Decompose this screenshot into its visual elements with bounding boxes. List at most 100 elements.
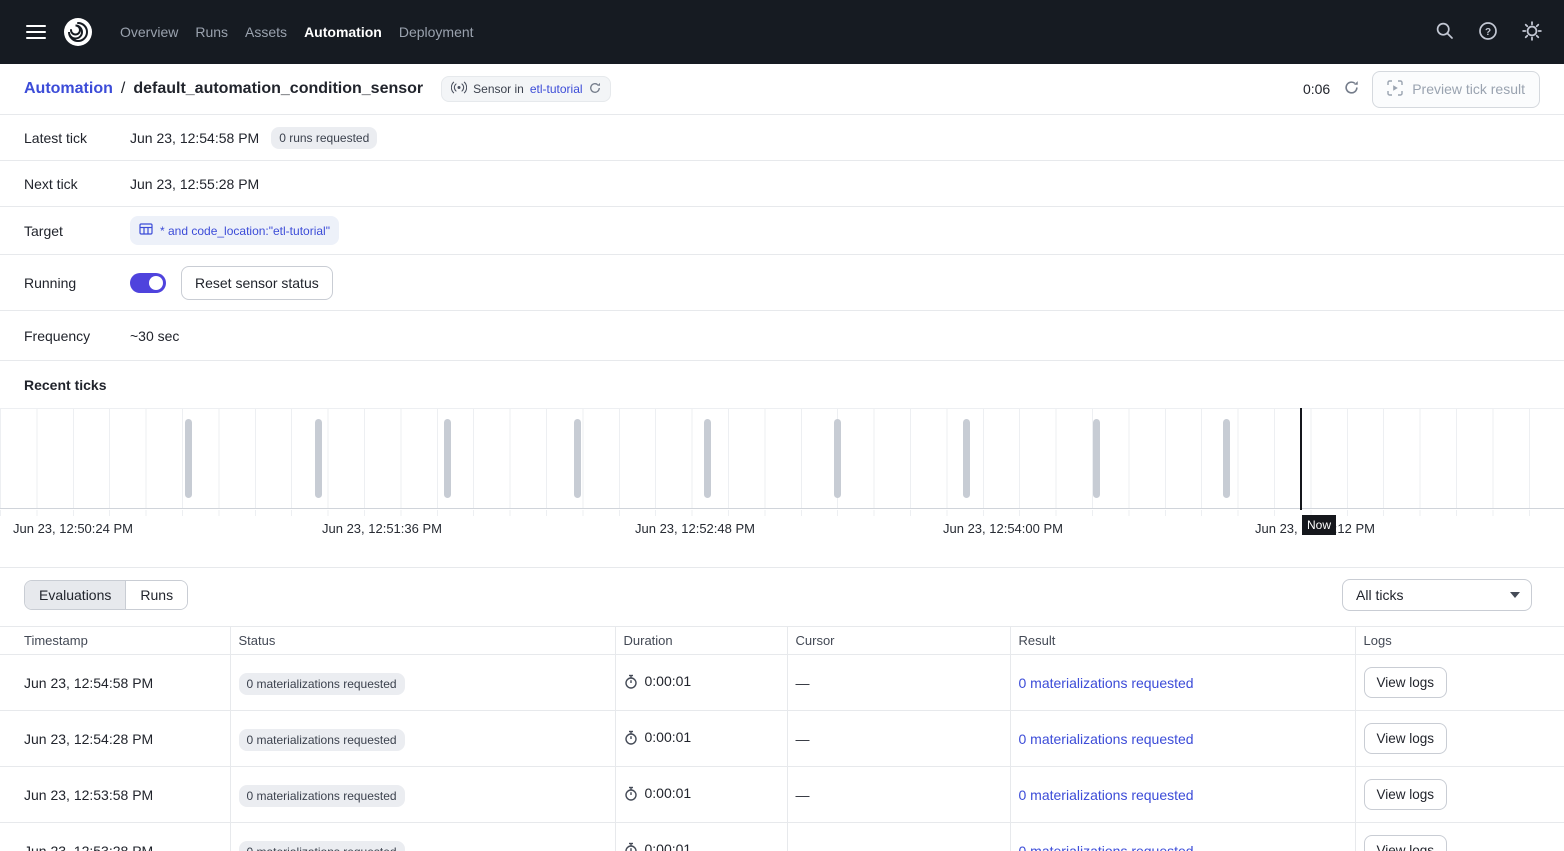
table-icon [139, 222, 153, 239]
help-button[interactable]: ? [1472, 16, 1504, 48]
result-link[interactable]: 0 materializations requested [1019, 675, 1194, 691]
duration-value: 0:00:01 [645, 785, 692, 801]
timeline-axis-label: Jun 23, 12:54:00 PM [943, 520, 1067, 538]
tick-bar[interactable] [574, 419, 581, 498]
ticks-filter-select[interactable]: All ticks [1342, 579, 1532, 611]
svg-text:?: ? [1485, 27, 1491, 38]
tick-bar[interactable] [315, 419, 322, 498]
timeline-axis-label: Jun 23, 12:51:36 PM [322, 520, 446, 538]
stopwatch-icon [624, 842, 638, 851]
duration-value: 0:00:01 [645, 841, 692, 851]
nav-item-deployment[interactable]: Deployment [399, 24, 474, 40]
view-logs-button[interactable]: View logs [1364, 723, 1448, 754]
sensor-context-badge: Sensor in etl-tutorial [441, 76, 610, 102]
next-tick-time: Jun 23, 12:55:28 PM [130, 176, 259, 192]
refresh-button[interactable] [1340, 78, 1362, 100]
section-divider [0, 567, 1564, 568]
running-toggle[interactable] [130, 273, 166, 293]
breadcrumb-separator: / [121, 80, 125, 98]
header-actions: 0:06 Preview tick result [1303, 71, 1540, 108]
result-link[interactable]: 0 materializations requested [1019, 731, 1194, 747]
reset-sensor-status-button[interactable]: Reset sensor status [181, 266, 333, 300]
table-header: TimestampStatusDurationCursorResultLogs [0, 627, 1564, 655]
frequency-label: Frequency [0, 328, 130, 344]
frequency-value: ~30 sec [130, 328, 179, 344]
duration-value: 0:00:01 [645, 729, 692, 745]
cell-logs: View logs [1355, 655, 1564, 711]
dagster-logo[interactable] [62, 16, 94, 48]
evaluations-table: TimestampStatusDurationCursorResultLogs … [0, 626, 1564, 851]
timeline-axis-label: Jun 23, 12:50:24 PM [13, 520, 137, 538]
tab-evaluations[interactable]: Evaluations [25, 581, 125, 609]
recent-ticks-heading: Recent ticks [0, 361, 1564, 408]
top-nav-actions: ? [1428, 16, 1548, 48]
status-badge: 0 materializations requested [239, 729, 405, 751]
tab-runs[interactable]: Runs [125, 581, 187, 609]
recent-ticks-timeline: Jun 23, 12:50:24 PM Jun 23, 12:51:36 PM Ju… [0, 408, 1564, 554]
cell-result: 0 materializations requested [1010, 711, 1355, 767]
cell-timestamp: Jun 23, 12:53:28 PM [0, 823, 230, 851]
cell-result: 0 materializations requested [1010, 655, 1355, 711]
nav-item-overview[interactable]: Overview [120, 24, 178, 40]
stopwatch-icon [624, 730, 638, 745]
sensor-badge-label: Sensor in [473, 82, 524, 96]
cell-logs: View logs [1355, 823, 1564, 851]
column-header-cursor: Cursor [787, 627, 1010, 655]
tick-bar[interactable] [834, 419, 841, 498]
evaluation-row: Jun 23, 12:53:58 PM 0 materializations re… [0, 767, 1564, 823]
detail-row-frequency: Frequency ~30 sec [0, 311, 1564, 361]
cell-duration: 0:00:01 [615, 711, 787, 767]
gear-icon [1522, 21, 1542, 44]
evaluations-toolbar: Evaluations Runs All ticks [24, 579, 1532, 611]
cell-timestamp: Jun 23, 12:53:58 PM [0, 767, 230, 823]
view-logs-button[interactable]: View logs [1364, 667, 1448, 698]
latest-tick-time: Jun 23, 12:54:58 PM [130, 130, 259, 146]
cell-result: 0 materializations requested [1010, 823, 1355, 851]
view-tabs: Evaluations Runs [24, 580, 188, 610]
stopwatch-icon [624, 786, 638, 801]
latest-tick-label: Latest tick [0, 130, 130, 146]
tick-bar[interactable] [444, 419, 451, 498]
status-badge: 0 materializations requested [239, 841, 405, 851]
preview-tick-label: Preview tick result [1412, 81, 1525, 97]
target-selection-chip[interactable]: * and code_location:"etl-tutorial" [130, 216, 339, 245]
hamburger-menu-button[interactable] [16, 12, 56, 52]
cell-status: 0 materializations requested [230, 823, 615, 851]
timeline-plot-area[interactable] [0, 408, 1564, 509]
chevron-down-icon [1510, 592, 1520, 598]
nav-item-automation[interactable]: Automation [304, 24, 382, 40]
ticks-filter-value: All ticks [1356, 587, 1403, 603]
column-header-duration: Duration [615, 627, 787, 655]
result-link[interactable]: 0 materializations requested [1019, 787, 1194, 803]
cell-duration: 0:00:01 [615, 767, 787, 823]
detail-row-next-tick: Next tick Jun 23, 12:55:28 PM [0, 161, 1564, 207]
detail-row-latest-tick: Latest tick Jun 23, 12:54:58 PM 0 runs r… [0, 115, 1564, 161]
timeline-axis-label: Jun 23, 12:52:48 PM [635, 520, 759, 538]
result-link[interactable]: 0 materializations requested [1019, 843, 1194, 851]
nav-item-assets[interactable]: Assets [245, 24, 287, 40]
settings-button[interactable] [1516, 16, 1548, 48]
breadcrumb-automation-link[interactable]: Automation [24, 80, 113, 98]
cell-timestamp: Jun 23, 12:54:58 PM [0, 655, 230, 711]
preview-tick-icon [1387, 80, 1403, 99]
running-label: Running [0, 275, 130, 291]
cell-status: 0 materializations requested [230, 767, 615, 823]
view-logs-button[interactable]: View logs [1364, 835, 1448, 851]
tick-bar[interactable] [963, 419, 970, 498]
top-nav-bar: Overview Runs Assets Automation Deployment ? [0, 0, 1564, 64]
now-marker-label: Now [1302, 515, 1336, 535]
search-button[interactable] [1428, 16, 1460, 48]
nav-item-runs[interactable]: Runs [195, 24, 228, 40]
tick-bar[interactable] [1223, 419, 1230, 498]
detail-row-running: Running Reset sensor status [0, 255, 1564, 311]
page-header: Automation / default_automation_conditio… [0, 64, 1564, 115]
view-logs-button[interactable]: View logs [1364, 779, 1448, 810]
etl-tutorial-link[interactable]: etl-tutorial [530, 82, 583, 96]
column-header-status: Status [230, 627, 615, 655]
tick-bar[interactable] [1093, 419, 1100, 498]
preview-tick-result-button[interactable]: Preview tick result [1372, 71, 1540, 108]
status-badge: 0 materializations requested [239, 785, 405, 807]
tick-bar[interactable] [185, 419, 192, 498]
tick-bar[interactable] [704, 419, 711, 498]
detail-row-target: Target * and code_location:"etl-tutorial… [0, 207, 1564, 255]
